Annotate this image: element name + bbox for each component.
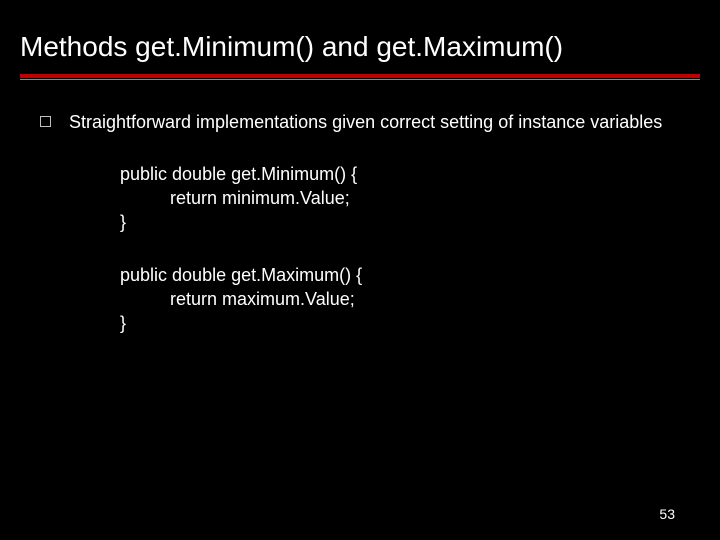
code-line: public double get.Maximum() { [120, 265, 362, 285]
page-number: 53 [659, 506, 675, 522]
code-line: return minimum.Value; [120, 188, 350, 208]
code-block-2: public double get.Maximum() { return max… [40, 263, 680, 336]
bullet-text: Straightforward implementations given co… [69, 110, 680, 134]
bullet-item: Straightforward implementations given co… [40, 110, 680, 134]
slide-title: Methods get.Minimum() and get.Maximum() [0, 0, 720, 74]
code-line: return maximum.Value; [120, 289, 355, 309]
slide: Methods get.Minimum() and get.Maximum() … [0, 0, 720, 540]
code-line: } [120, 313, 126, 333]
code-block-1: public double get.Minimum() { return min… [40, 162, 680, 235]
square-bullet-icon [40, 116, 51, 127]
code-line: public double get.Minimum() { [120, 164, 357, 184]
content-area: Straightforward implementations given co… [0, 80, 720, 336]
code-line: } [120, 212, 126, 232]
red-divider [20, 74, 700, 78]
